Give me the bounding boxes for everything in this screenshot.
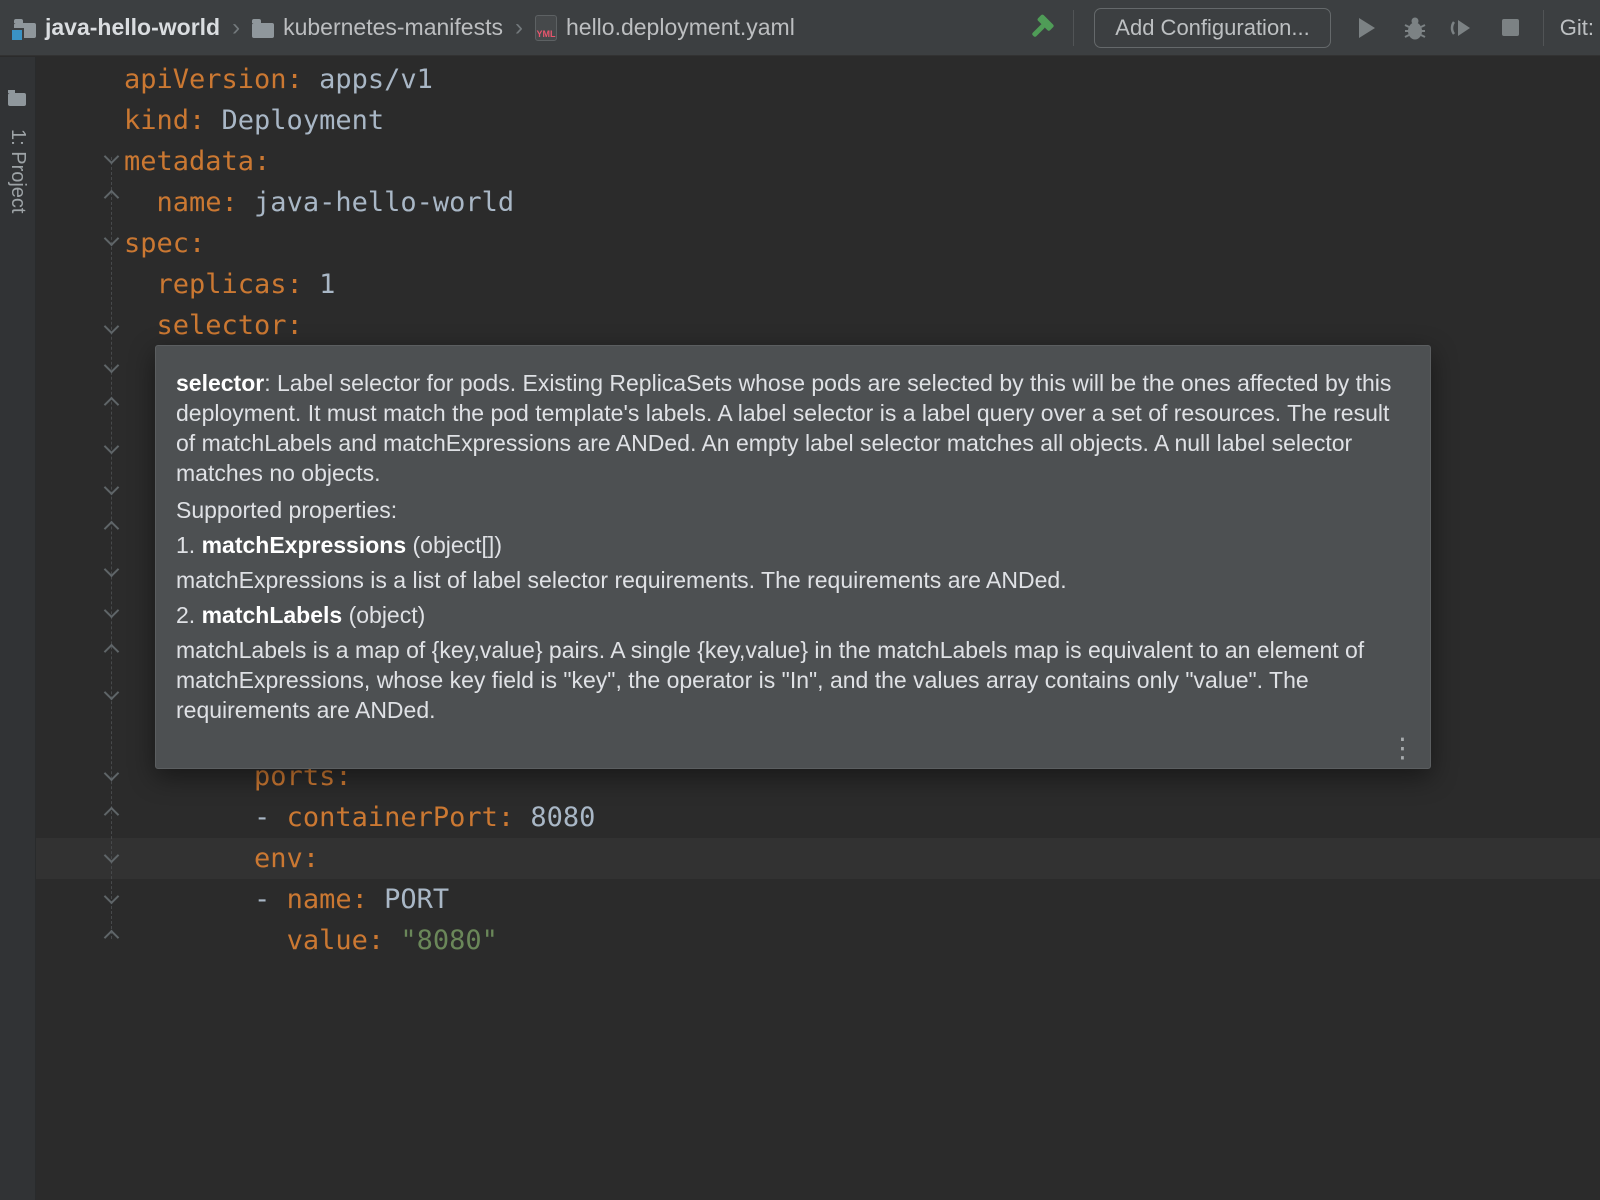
breadcrumb-label: java-hello-world [45,14,220,41]
build-button[interactable] [1017,6,1065,50]
stop-button[interactable] [1487,6,1535,50]
stop-icon [1502,19,1519,36]
breadcrumb-item-file[interactable]: YML hello.deployment.yaml [535,14,795,41]
doc-property-1: 1. matchExpressions (object[]) [176,530,1402,560]
project-tool-icon [8,93,26,106]
chevron-right-icon: › [513,14,525,42]
separator [1543,10,1544,46]
profile-button[interactable] [1439,6,1487,50]
code-line[interactable]: apiVersion: apps/v1 [36,59,1600,100]
documentation-popup: selector: Label selector for pods. Exist… [155,345,1431,769]
tool-window-stripe: 1: Project [0,57,36,1200]
separator [1073,10,1074,46]
code-line[interactable]: value: "8080" [36,920,1600,961]
breadcrumb-label: kubernetes-manifests [283,14,503,41]
run-with-profiler-icon [1449,14,1477,42]
play-icon [1359,18,1375,38]
breadcrumb-item-project[interactable]: java-hello-world [14,14,220,41]
doc-supported-heading: Supported properties: [176,495,1402,525]
hammer-icon [1026,13,1056,43]
code-line-current[interactable]: env: [36,838,1600,879]
code-line[interactable]: replicas: 1 [36,264,1600,305]
yaml-badge-text: YML [536,29,556,39]
git-widget[interactable]: Git: [1560,15,1594,41]
breadcrumb-label: hello.deployment.yaml [566,14,795,41]
chevron-right-icon: › [230,14,242,42]
code-line[interactable]: name: java-hello-world [36,182,1600,223]
doc-property-2: 2. matchLabels (object) [176,600,1402,630]
run-button[interactable] [1343,6,1391,50]
editor[interactable]: apiVersion: apps/v1 kind: Deployment met… [36,57,1600,1200]
code-line[interactable]: selector: [36,305,1600,346]
project-folder-icon [14,23,36,38]
doc-property-2-desc: matchLabels is a map of {key,value} pair… [176,635,1402,725]
yaml-file-icon: YML [535,15,557,41]
toolbar-right: Add Configuration... [1017,0,1600,55]
doc-description: selector: Label selector for pods. Exist… [176,368,1402,488]
breadcrumb-item-folder[interactable]: kubernetes-manifests [252,14,503,41]
code-line[interactable]: metadata: [36,141,1600,182]
folder-icon [252,23,274,38]
code-line[interactable]: - name: PORT [36,879,1600,920]
code-line[interactable]: spec: [36,223,1600,264]
doc-property-1-desc: matchExpressions is a list of label sele… [176,565,1402,595]
add-configuration-button[interactable]: Add Configuration... [1094,8,1330,48]
bug-icon [1402,15,1428,41]
sidebar-item-project[interactable]: 1: Project [6,129,29,213]
navigation-bar: java-hello-world › kubernetes-manifests … [0,0,1600,56]
code-line[interactable]: - containerPort: 8080 [36,797,1600,838]
kebab-menu-icon[interactable]: ⋮ [1389,735,1416,762]
code-line[interactable]: kind: Deployment [36,100,1600,141]
breadcrumb: java-hello-world › kubernetes-manifests … [14,14,795,42]
debug-button[interactable] [1391,6,1439,50]
